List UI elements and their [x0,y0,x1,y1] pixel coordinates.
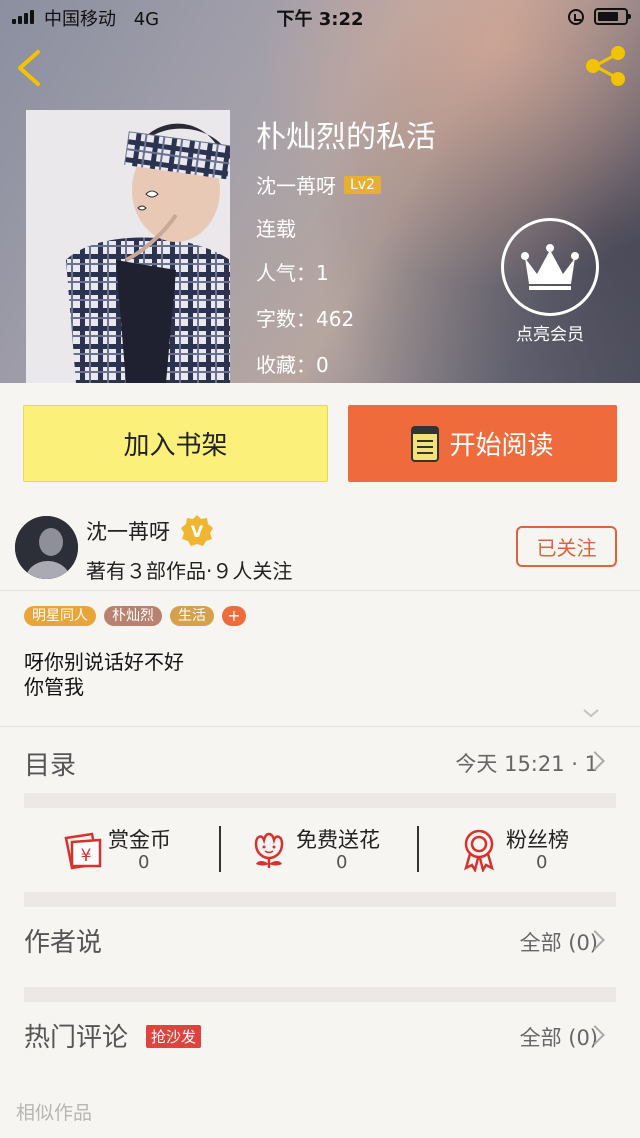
author-avatar[interactable] [15,516,78,579]
verified-badge: V [180,514,214,548]
cover-image [26,110,230,383]
book-intro: 呀你别说话好不好 你管我 [24,650,184,700]
verified-icon: V [181,515,213,546]
follow-button[interactable]: 已关注 [516,526,617,567]
reward-coins-button[interactable]: ¥ 赏金币 0 [62,822,202,873]
author-line[interactable]: 沈一苒呀 Lv2 [256,170,381,199]
book-header: 中国移动 4G 下午 3:22 朴灿烈的私活 沈一苒呀 Lv2 连载 人气：1 … [0,0,640,383]
stat-value: 0 [536,852,548,873]
favorites-count: 收藏：0 [256,353,329,377]
serial-status: 连载 [256,217,296,241]
chevron-right-icon [588,752,600,772]
share-icon [586,46,625,86]
medal-icon [464,829,494,872]
intro-line: 你管我 [24,675,84,699]
share-button[interactable] [583,44,629,88]
tag-chip[interactable]: 生活 [170,606,214,626]
stat-value: 0 [138,852,150,873]
back-arrow-icon [18,50,40,86]
divider [0,726,640,727]
red-envelope-icon: ¥ [64,832,102,870]
section-gap [24,987,616,1002]
orientation-lock-icon [568,9,584,25]
svg-text:¥: ¥ [81,846,92,866]
expand-intro-button[interactable] [582,705,600,719]
flower-icon [254,832,284,868]
divider [417,826,419,872]
stat-value: 0 [336,852,348,873]
book-title: 朴灿烈的私活 [256,120,436,155]
card-author-name[interactable]: 沈一苒呀 [86,516,170,546]
first-comment-badge: 抢沙发 [146,1025,202,1048]
tag-chip[interactable]: 明星同人 [24,606,96,626]
author-stats: 著有３部作品·９人关注 [86,559,293,583]
start-reading-button[interactable]: 开始阅读 [348,405,617,482]
vip-crown-badge [501,218,599,316]
stat-label: 赏金币 [108,828,171,852]
chevron-right-icon [588,1026,600,1046]
divider [219,826,221,872]
crown-icon [521,244,579,290]
stat-label: 粉丝榜 [506,828,569,852]
avatar-image [15,516,78,579]
chevron-right-icon [588,931,600,951]
popularity: 人气：1 [256,261,329,285]
vip-button[interactable]: 点亮会员 [500,218,600,345]
back-button[interactable] [12,44,52,88]
add-to-shelf-button[interactable]: 加入书架 [23,405,328,482]
author-says-title: 作者说 [24,928,103,958]
book-cover[interactable] [26,110,230,383]
follow-label: 已关注 [536,536,597,560]
book-icon [411,425,440,462]
word-count: 字数：462 [256,307,355,331]
tag-list: 明星同人 朴灿烈 生活 + [24,606,246,626]
section-gap [24,793,616,808]
status-bar: 中国移动 4G 下午 3:22 [0,0,640,34]
add-tag-button[interactable]: + [222,606,246,626]
verified-letter: V [191,522,204,541]
intro-line: 呀你别说话好不好 [24,650,184,674]
add-to-shelf-label: 加入书架 [123,431,228,461]
vip-label: 点亮会员 [516,325,584,345]
author-name[interactable]: 沈一苒呀 [256,170,336,199]
chevron-down-icon [583,709,599,718]
section-gap [24,892,616,907]
tag-chip[interactable]: 朴灿烈 [104,606,162,626]
fan-ranking-button[interactable]: 粉丝榜 0 [460,822,600,873]
clock: 下午 3:22 [276,9,364,30]
stat-label: 免费送花 [296,828,380,852]
catalog-title: 目录 [24,751,77,781]
start-reading-label: 开始阅读 [449,431,554,461]
battery-icon [594,8,631,25]
catalog-update: 今天 15:21 · 1 [455,752,598,776]
similar-works-title: 相似作品 [16,1102,93,1124]
hot-comments-title: 热门评论 [24,1023,129,1053]
divider [0,590,640,591]
level-badge: Lv2 [344,175,381,194]
send-flower-button[interactable]: 免费送花 0 [250,822,420,873]
